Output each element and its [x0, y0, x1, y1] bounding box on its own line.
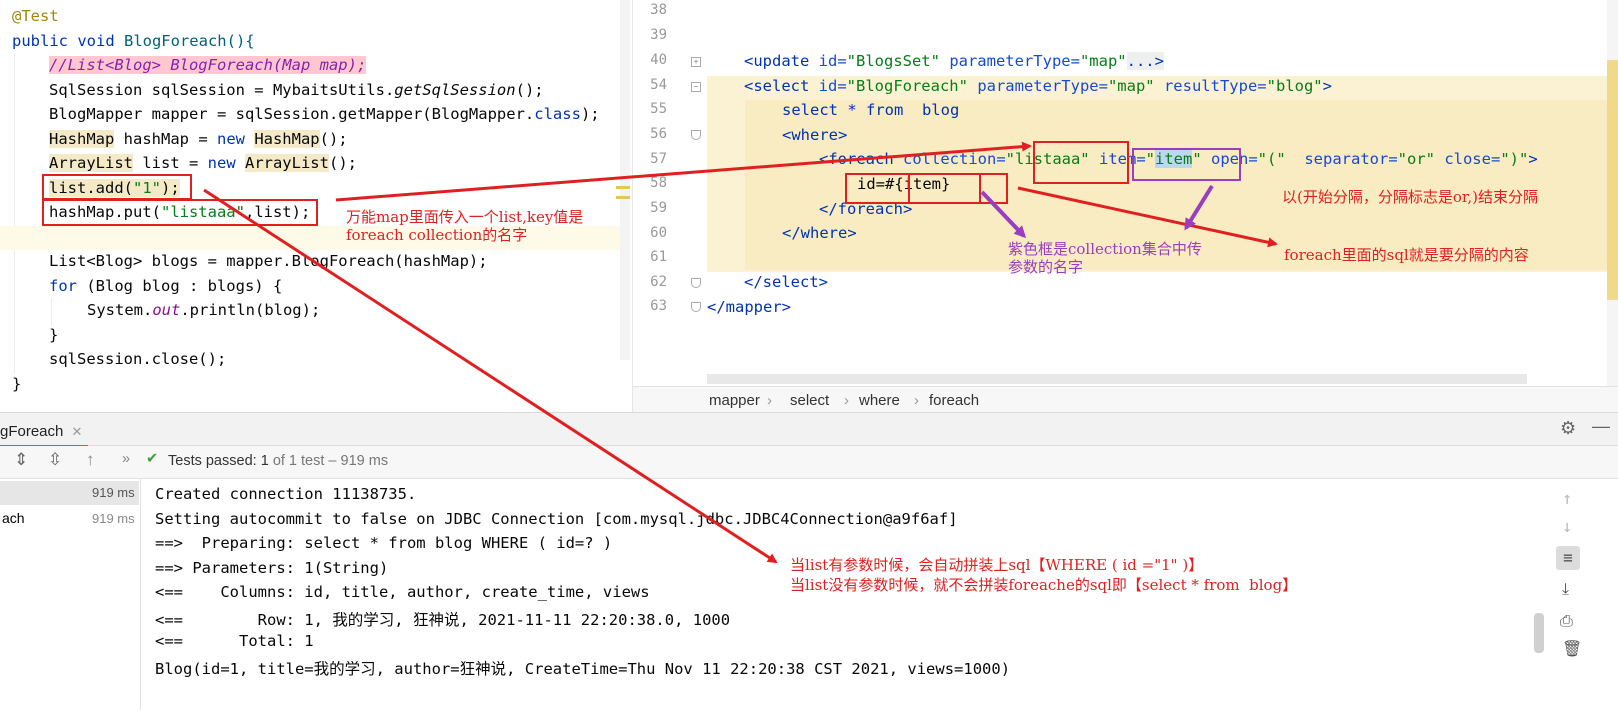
xml-line: select * from blog [782, 101, 960, 120]
console-line: Setting autocommit to false on JDBC Conn… [155, 509, 958, 528]
fold-end-icon[interactable] [691, 302, 701, 312]
minimize-icon[interactable]: — [1592, 416, 1610, 437]
annotation-note-separator: 以(开始分隔，分隔标志是or,)结束分隔 [1282, 188, 1539, 206]
line-number: 60 [650, 225, 667, 241]
code-line: BlogMapper mapper = sqlSession.getMapper… [49, 105, 600, 123]
fold-plus-icon[interactable]: + [691, 57, 701, 67]
xml-editor[interactable]: 38 39 40 54 55 56 57 58 59 60 61 62 63 +… [632, 0, 1618, 413]
code-line: SqlSession sqlSession = MybaitsUtils.get… [49, 80, 544, 99]
annotation-note-map: 万能map里面传入一个list,key值是 foreach collection… [346, 208, 584, 244]
annotation-test: @Test [12, 7, 59, 25]
annotation-note-purple: 紫色框是collection集合中传 参数的名字 [1008, 240, 1202, 276]
comment-line: //List<Blog> BlogForeach(Map map); [49, 56, 367, 74]
annotation-note-sql: foreach里面的sql就是要分隔的内容 [1284, 246, 1529, 264]
annotation-note-console-2: 当list没有参数时候，就不会拼装foreache的sql即【select * … [790, 576, 1298, 594]
code-line: } [49, 325, 59, 344]
console-line: ==> Preparing: select * from blog WHERE … [155, 534, 613, 552]
down-icon[interactable]: ↓ [1562, 517, 1572, 537]
more-icon[interactable]: » [122, 451, 130, 467]
console-line: <== Columns: id, title, author, create_t… [155, 583, 650, 601]
console-line: <== Row: 1, 我的学习, 狂神说, 2021-11-11 22:20:… [155, 610, 731, 629]
annotation-box-list-add [42, 174, 192, 200]
console-line: Created connection 11138735. [155, 485, 417, 503]
line-number: 40 [650, 52, 667, 68]
line-number: 61 [650, 249, 667, 265]
xml-line: </where> [782, 224, 857, 243]
line-number: 56 [650, 126, 667, 142]
code-line: @Test [12, 4, 59, 29]
breadcrumb-separator-icon: › [844, 392, 849, 409]
line-number: 55 [650, 101, 667, 117]
trash-icon[interactable]: 🗑 [1562, 639, 1582, 658]
scroll-marker [616, 196, 630, 199]
method-signature: BlogForeach(){ [123, 31, 255, 50]
code-line: //List<Blog> BlogForeach(Map map); [49, 53, 367, 78]
annotation-box-hashmap-put [42, 199, 318, 226]
gear-icon[interactable]: ⚙ [1560, 418, 1576, 439]
breadcrumb-item[interactable]: foreach [929, 392, 979, 409]
run-tab-label: gForeach [0, 423, 64, 440]
code-line: for (Blog blog : blogs) { [49, 276, 283, 295]
fold-minus-icon[interactable]: − [691, 82, 701, 92]
line-number: 39 [650, 27, 667, 43]
xml-line: <select id="BlogForeach" parameterType="… [744, 76, 1332, 95]
collapse-all-icon[interactable]: ⇳ [48, 450, 62, 470]
scroll-to-end-icon[interactable]: ⤓ [1562, 579, 1569, 599]
console-line: Blog(id=1, title=我的学习, author=狂神说, Creat… [155, 659, 1011, 678]
line-number: 58 [650, 175, 667, 191]
soft-wrap-icon[interactable]: ≡ [1556, 546, 1580, 570]
line-number: 62 [650, 274, 667, 290]
annotation-note-console-1: 当list有参数时候，会自动拼装上sql【WHERE ( id ="1" )】 [790, 556, 1204, 574]
up-icon[interactable]: ↑ [1562, 489, 1572, 509]
breadcrumb: mapper › select › where › foreach [633, 386, 1618, 413]
horizontal-scrollbar[interactable] [707, 374, 1527, 384]
line-number: 59 [650, 200, 667, 216]
annotation-box-item [1132, 148, 1241, 181]
xml-line: <update id="BlogsSet" parameterType="map… [744, 52, 1164, 70]
code-line: sqlSession.close(); [49, 350, 227, 368]
console-line: <== Total: 1 [155, 632, 314, 650]
test-tree-row[interactable]: 919 ms [0, 481, 139, 505]
check-icon: ✔ [146, 451, 159, 467]
code-line: public void BlogForeach(){ [12, 31, 255, 50]
xml-line: </select> [744, 273, 828, 292]
breadcrumb-separator-icon: › [767, 392, 772, 409]
line-number: 38 [650, 2, 667, 18]
xml-line: </mapper> [707, 298, 791, 316]
xml-line: <where> [782, 125, 848, 144]
console-scrollbar[interactable] [1534, 613, 1544, 653]
xml-code: <update id="BlogsSet" parameterType="map… [707, 49, 1538, 355]
breadcrumb-item[interactable]: where [859, 392, 900, 409]
fold-end-icon[interactable] [691, 130, 701, 140]
close-icon[interactable]: ✕ [72, 424, 83, 439]
scroll-marker [1607, 60, 1618, 300]
run-tab-bar: gForeach ✕ ⚙ — [0, 413, 1618, 448]
code-line: HashMap hashMap = new HashMap(); [49, 129, 348, 148]
breadcrumb-separator-icon: › [914, 392, 919, 409]
print-icon[interactable]: ⎙ [1560, 611, 1573, 631]
code-line: List<Blog> blogs = mapper.BlogForeach(ha… [49, 252, 488, 270]
breadcrumb-item[interactable]: select [790, 392, 829, 409]
run-tab[interactable]: gForeach ✕ [0, 415, 89, 448]
line-number: 54 [650, 77, 667, 93]
editor-scrollbar[interactable] [620, 0, 630, 360]
expand-all-icon[interactable]: ⇕ [14, 450, 28, 470]
up-arrow-icon[interactable]: ↑ [86, 450, 95, 470]
code-line: } [12, 374, 22, 393]
test-status: Tests passed: 1 of 1 test – 919 ms [168, 453, 389, 469]
breadcrumb-item[interactable]: mapper [709, 392, 760, 409]
fold-end-icon[interactable] [691, 278, 701, 288]
code-line: System.out.println(blog); [87, 301, 321, 319]
test-tree: 919 ms ach 919 ms [0, 479, 141, 710]
code-line: ArrayList list = new ArrayList(); [49, 154, 357, 172]
run-toolbar: ⇕ ⇳ ↑ » ✔ Tests passed: 1 of 1 test – 91… [0, 446, 1618, 479]
console-line: ==> Parameters: 1(String) [155, 558, 389, 577]
test-tree-row[interactable]: ach 919 ms [0, 507, 139, 531]
line-number: 63 [650, 298, 667, 314]
scroll-marker [616, 186, 630, 189]
annotation-box-collection [1033, 141, 1129, 184]
annotation-box-id-item [908, 173, 981, 204]
line-number: 57 [650, 151, 667, 167]
